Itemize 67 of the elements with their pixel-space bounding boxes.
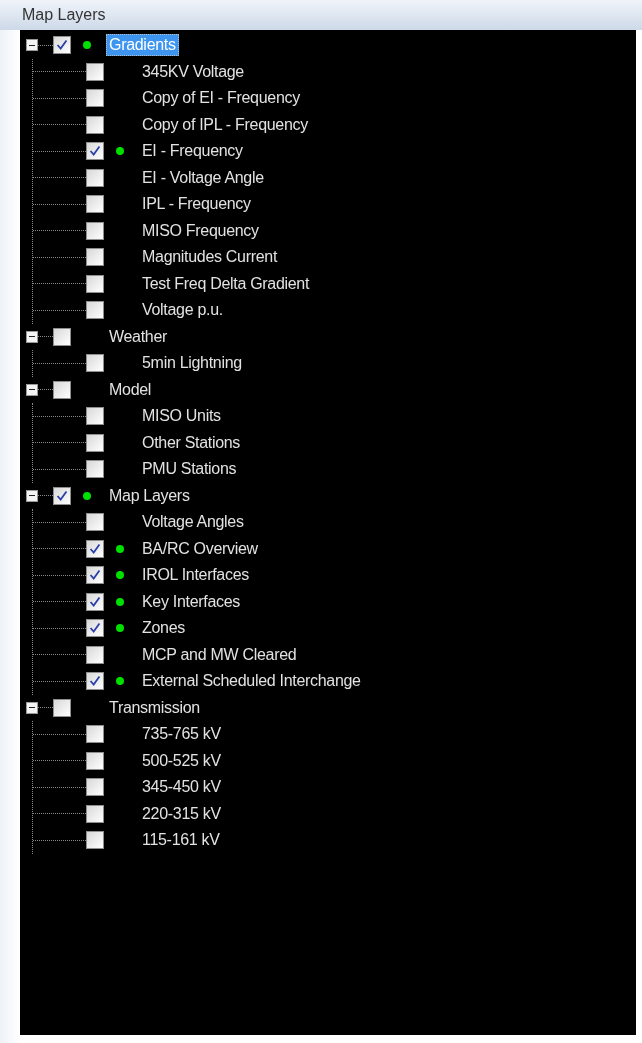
checkbox[interactable] <box>86 195 104 214</box>
tree-item-label[interactable]: MCP and MW Cleared <box>139 643 300 666</box>
checkbox[interactable] <box>86 619 104 638</box>
tree-item-label[interactable]: MISO Frequency <box>139 219 262 242</box>
tree-item-label[interactable]: EI - Frequency <box>139 140 246 163</box>
checkbox[interactable] <box>86 645 104 664</box>
collapse-toggle[interactable] <box>26 701 38 714</box>
checkbox[interactable] <box>53 698 71 717</box>
tree-item-label[interactable]: 115-161 kV <box>139 829 223 852</box>
tree-item-label[interactable]: EI - Voltage Angle <box>139 166 267 189</box>
tree-item-label[interactable]: Copy of EI - Frequency <box>139 87 303 110</box>
collapse-toggle[interactable] <box>26 383 38 396</box>
checkbox[interactable] <box>86 751 104 770</box>
panel-title: Map Layers <box>22 6 106 24</box>
checkbox[interactable] <box>86 460 104 479</box>
checkbox[interactable] <box>86 672 104 691</box>
collapse-toggle[interactable] <box>26 489 38 502</box>
tree-item-label[interactable]: Other Stations <box>139 431 244 454</box>
checkbox[interactable] <box>86 248 104 267</box>
tree-item-label[interactable]: IPL - Frequency <box>139 193 254 216</box>
checkbox[interactable] <box>86 274 104 293</box>
checkbox[interactable] <box>86 301 104 320</box>
tree-item-label[interactable]: Transmission <box>106 696 203 719</box>
checkbox[interactable] <box>86 354 104 373</box>
collapse-toggle[interactable] <box>26 330 38 343</box>
checkbox[interactable] <box>53 36 71 55</box>
tree-item-label[interactable]: Voltage Angles <box>139 511 247 534</box>
checkbox[interactable] <box>86 804 104 823</box>
checkbox[interactable] <box>86 566 104 585</box>
checkbox[interactable] <box>86 62 104 81</box>
checkbox[interactable] <box>86 142 104 161</box>
tree-item-label[interactable]: 5min Lightning <box>139 352 245 375</box>
tree-item-label[interactable]: Test Freq Delta Gradient <box>139 272 313 295</box>
checkbox[interactable] <box>53 327 71 346</box>
checkbox[interactable] <box>86 539 104 558</box>
tree-item-label[interactable]: 345KV Voltage <box>139 60 247 83</box>
checkbox[interactable] <box>53 380 71 399</box>
checkbox[interactable] <box>86 433 104 452</box>
checkbox[interactable] <box>86 831 104 850</box>
checkbox[interactable] <box>86 168 104 187</box>
tree-item-label[interactable]: MISO Units <box>139 405 224 428</box>
checkbox[interactable] <box>53 486 71 505</box>
tree-item-label[interactable]: IROL Interfaces <box>139 564 252 587</box>
tree-item-label[interactable]: Key Interfaces <box>139 590 244 613</box>
tree-item-label[interactable]: External Scheduled Interchange <box>139 670 364 693</box>
tree-item-label[interactable]: Zones <box>139 617 188 640</box>
tree-item-label[interactable]: Copy of IPL - Frequency <box>139 113 311 136</box>
tree-item-label[interactable]: 345-450 kV <box>139 776 224 799</box>
checkbox[interactable] <box>86 407 104 426</box>
checkbox[interactable] <box>86 89 104 108</box>
checkbox[interactable] <box>86 513 104 532</box>
tree-item-label[interactable]: Voltage p.u. <box>139 299 226 322</box>
tree-item-label[interactable]: Model <box>106 378 155 401</box>
tree-item-label[interactable]: BA/RC Overview <box>139 537 261 560</box>
tree-item-label[interactable]: Weather <box>106 325 171 348</box>
tree-item-label[interactable]: PMU Stations <box>139 458 240 481</box>
tree-item-label[interactable]: Magnitudes Current <box>139 246 281 269</box>
checkbox[interactable] <box>86 725 104 744</box>
checkbox[interactable] <box>86 221 104 240</box>
checkbox[interactable] <box>86 115 104 134</box>
tree-item-label[interactable]: 735-765 kV <box>139 723 224 746</box>
tree-item-label[interactable]: 220-315 kV <box>139 802 224 825</box>
checkbox[interactable] <box>86 778 104 797</box>
tree-item-label[interactable]: 500-525 kV <box>139 749 224 772</box>
collapse-toggle[interactable] <box>26 39 38 52</box>
checkbox[interactable] <box>86 592 104 611</box>
tree-item-label[interactable]: Map Layers <box>106 484 193 507</box>
